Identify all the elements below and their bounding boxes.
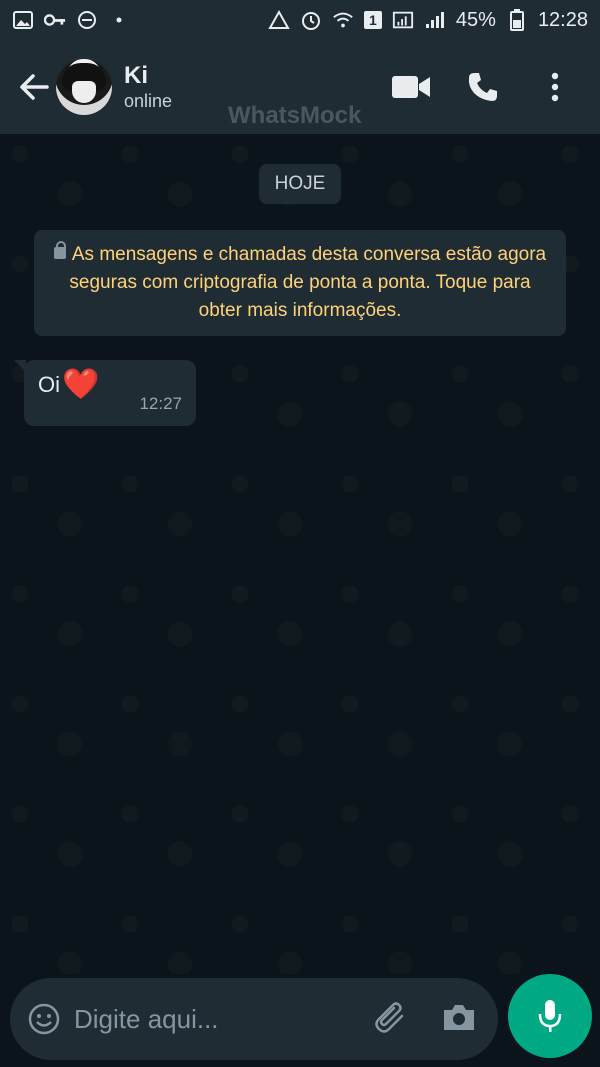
mic-icon: [538, 1000, 562, 1032]
message-input[interactable]: Digite aqui...: [10, 978, 498, 1060]
header-actions: [388, 64, 600, 110]
encryption-notice-text-wrap: As mensagens e chamadas desta conversa e…: [48, 241, 552, 325]
recycle-icon: [268, 9, 290, 31]
avatar[interactable]: [56, 59, 112, 115]
message-text: Oi: [38, 372, 60, 397]
video-call-icon: [392, 76, 430, 98]
wifi-icon: [332, 9, 354, 31]
encryption-notice[interactable]: As mensagens e chamadas desta conversa e…: [34, 230, 566, 336]
camera-icon: [444, 1005, 474, 1030]
contact-name: Ki: [124, 62, 148, 89]
dnd-icon: [76, 9, 98, 31]
more-vertical-icon: [551, 72, 559, 102]
phone-icon: [468, 73, 497, 101]
emoji-icon: [28, 1003, 60, 1035]
contact-info[interactable]: Ki online: [124, 62, 172, 112]
voice-call-button[interactable]: [460, 64, 506, 110]
watermark: WhatsMock: [228, 102, 362, 129]
status-time: 12:28: [537, 8, 588, 31]
contact-status: online: [124, 91, 173, 111]
attach-icon: [375, 1002, 404, 1033]
lock-icon: [53, 241, 66, 259]
alarm-icon: [300, 9, 322, 31]
composer-bar: Digite aqui...: [0, 974, 600, 1067]
message-text-wrap: Oi ❤️: [38, 370, 99, 400]
back-arrow-icon: [20, 74, 49, 100]
date-chip: HOJE: [259, 164, 341, 204]
message-bubble[interactable]: Oi ❤️ 12:27: [14, 360, 196, 426]
message-placeholder: Digite aqui...: [74, 1003, 219, 1034]
chat-area[interactable]: HOJE As mensagens e chamadas desta conve…: [0, 134, 600, 974]
video-call-button[interactable]: [388, 64, 434, 110]
heart-emoji: ❤️: [62, 368, 100, 401]
status-bar: 1 45% 12:28: [0, 0, 600, 40]
image-icon: [12, 9, 34, 31]
message-time: 12:27: [139, 394, 182, 413]
encryption-notice-text: As mensagens e chamadas desta conversa e…: [69, 244, 547, 321]
mic-button[interactable]: [508, 974, 592, 1058]
battery-icon: [506, 9, 528, 31]
sim-badge: 1: [363, 11, 382, 29]
signal-icon: [392, 9, 414, 31]
attach-button[interactable]: [370, 998, 410, 1038]
battery-percent: 45%: [455, 8, 496, 31]
emoji-button[interactable]: [26, 1001, 62, 1037]
bubble-tail: [14, 360, 26, 372]
key-icon: [44, 9, 66, 31]
avatar-face: [72, 81, 96, 103]
status-bar-left: [12, 9, 130, 31]
more-options-button[interactable]: [532, 64, 578, 110]
dot-icon: [108, 9, 130, 31]
signal-icon-2: [424, 9, 446, 31]
status-bar-right: 1 45% 12:28: [268, 9, 588, 32]
camera-button[interactable]: [436, 998, 482, 1038]
back-button[interactable]: [6, 59, 62, 115]
